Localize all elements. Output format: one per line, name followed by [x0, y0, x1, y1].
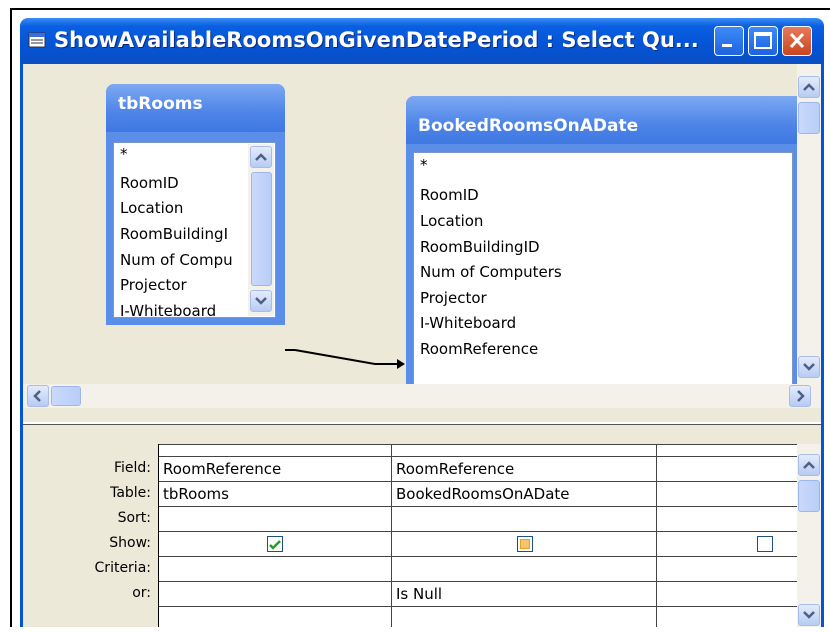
field-list-tbrooms[interactable]: tbRooms * RoomID Location RoomBuildingI …	[106, 84, 285, 325]
maximize-button[interactable]	[748, 26, 778, 56]
pane-splitter[interactable]	[20, 419, 824, 433]
close-button[interactable]	[782, 26, 812, 56]
row-label-show: Show:	[109, 535, 151, 551]
upper-vertical-scrollbar[interactable]	[797, 64, 821, 384]
checkmark-icon	[269, 540, 281, 550]
close-icon	[789, 32, 805, 49]
field-list-name: BookedRoomsOnADate	[418, 116, 639, 136]
field-item[interactable]: Location	[120, 199, 183, 217]
chevron-down-icon	[803, 363, 815, 371]
query-design-grid[interactable]: Field: Table: Sort: Show: Criteria: or: …	[20, 433, 824, 627]
row-label-sort: Sort:	[117, 510, 151, 526]
chevron-up-icon	[803, 461, 815, 469]
field-item[interactable]: I-Whiteboard	[420, 314, 516, 332]
window-title: ShowAvailableRoomsOnGivenDatePeriod : Se…	[54, 28, 699, 52]
field-list-bookedroomsonadate[interactable]: BookedRoomsOnADate * RoomID Location Roo…	[406, 96, 806, 386]
field-list-body[interactable]: * RoomID Location RoomBuildingID Num of …	[413, 152, 793, 386]
field-item[interactable]: Num of Compu	[120, 251, 240, 269]
row-label-or: or:	[132, 585, 151, 601]
row-label-table: Table:	[110, 485, 151, 501]
query-window-icon	[28, 32, 46, 48]
grid-cell-table[interactable]: tbRooms	[159, 485, 229, 503]
field-list-name: tbRooms	[118, 94, 203, 114]
scroll-thumb[interactable]	[798, 480, 820, 512]
scroll-thumb[interactable]	[798, 102, 820, 134]
field-item[interactable]: RoomID	[120, 174, 179, 192]
row-label-field: Field:	[113, 460, 151, 476]
field-item[interactable]: *	[420, 156, 428, 174]
show-checkbox-checked[interactable]	[267, 536, 283, 552]
field-item[interactable]: RoomID	[420, 186, 479, 204]
design-grid-table[interactable]: RoomReference tbRooms RoomReference Book…	[158, 444, 799, 627]
row-label-criteria: Criteria:	[94, 560, 151, 576]
field-list-title-bar[interactable]: tbRooms	[106, 84, 285, 132]
grid-cell-field[interactable]: RoomReference	[392, 460, 514, 478]
scroll-down-button[interactable]	[250, 290, 272, 312]
field-item[interactable]: RoomReference	[420, 340, 538, 358]
field-item[interactable]: RoomBuildingID	[420, 238, 540, 256]
minimize-button[interactable]	[714, 26, 744, 56]
scroll-left-button[interactable]	[27, 385, 49, 407]
minimize-icon	[722, 44, 732, 47]
chevron-up-icon	[255, 153, 267, 161]
maximize-icon	[754, 32, 772, 49]
grid-vertical-scrollbar[interactable]	[797, 444, 821, 627]
chevron-left-icon	[33, 390, 41, 402]
chevron-down-icon	[255, 297, 267, 305]
field-item[interactable]: Num of Computers	[420, 263, 562, 281]
show-checkbox-unchecked[interactable]	[757, 536, 773, 552]
scroll-up-button[interactable]	[250, 146, 272, 168]
field-list-scrollbar[interactable]	[248, 144, 274, 316]
chevron-down-icon	[803, 611, 815, 619]
scroll-down-button[interactable]	[798, 356, 820, 378]
scroll-down-button[interactable]	[798, 604, 820, 626]
field-list-title-bar[interactable]: BookedRoomsOnADate	[406, 96, 806, 144]
table-design-pane[interactable]: tbRooms * RoomID Location RoomBuildingI …	[20, 64, 824, 419]
scroll-right-button[interactable]	[789, 385, 811, 407]
scroll-up-button[interactable]	[798, 76, 820, 98]
grid-cell-criteria[interactable]: Is Null	[392, 585, 442, 603]
grid-cell-table[interactable]: BookedRoomsOnADate	[392, 485, 570, 503]
grid-cell-field[interactable]: RoomReference	[159, 460, 281, 478]
show-checkbox-focused[interactable]	[517, 536, 533, 552]
scroll-thumb[interactable]	[251, 172, 272, 286]
field-item[interactable]: Projector	[120, 276, 187, 294]
field-item[interactable]: RoomBuildingI	[120, 225, 240, 243]
upper-horizontal-scrollbar[interactable]	[23, 384, 821, 408]
scroll-thumb[interactable]	[51, 386, 81, 406]
field-item[interactable]: *	[120, 145, 128, 163]
chevron-right-icon	[797, 390, 805, 402]
scroll-up-button[interactable]	[798, 454, 820, 476]
chevron-up-icon	[803, 83, 815, 91]
field-item[interactable]: I-Whiteboard	[120, 302, 216, 320]
join-line[interactable]	[285, 344, 415, 374]
field-item[interactable]: Projector	[420, 289, 487, 307]
field-list-body[interactable]: * RoomID Location RoomBuildingI Num of C…	[113, 142, 276, 320]
title-bar[interactable]: ShowAvailableRoomsOnGivenDatePeriod : Se…	[20, 18, 824, 64]
field-item[interactable]: Location	[420, 212, 483, 230]
